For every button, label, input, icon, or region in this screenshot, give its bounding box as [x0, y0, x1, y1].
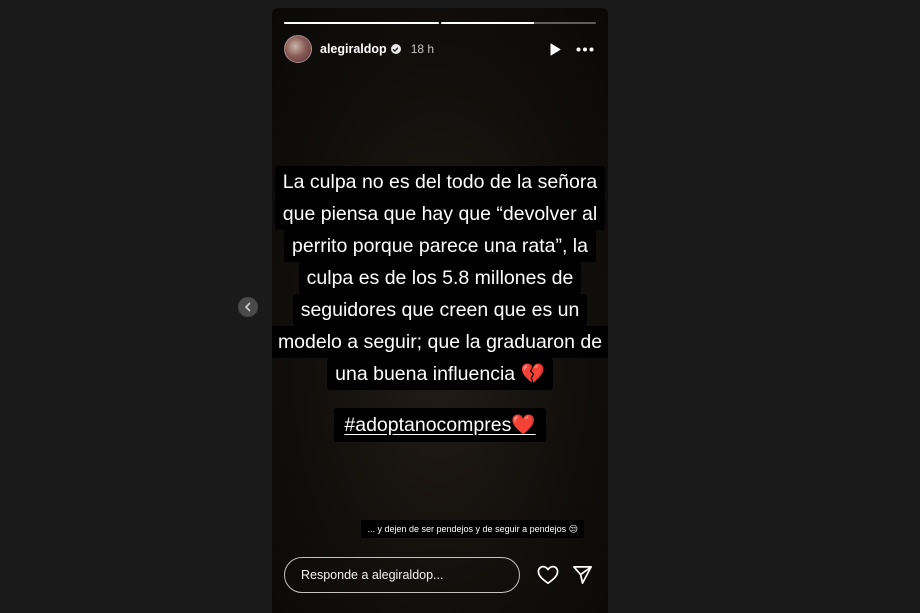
more-options-icon: [576, 47, 594, 51]
story-text-line: que piensa que hay que “devolver al: [274, 198, 606, 230]
play-icon: [550, 43, 561, 55]
post-time: 18 h: [410, 42, 435, 56]
reply-bar: [284, 557, 596, 593]
send-icon: [572, 566, 592, 584]
verified-badge-icon: [390, 44, 401, 54]
play-button[interactable]: [544, 38, 566, 60]
username[interactable]: alegiraldop: [320, 42, 387, 56]
story-text-line: La culpa no es del todo de la señora: [274, 166, 606, 198]
avatar[interactable]: [284, 35, 312, 63]
story-progress-bar: [284, 22, 596, 24]
previous-story-button[interactable]: [238, 297, 258, 317]
progress-fill: [441, 22, 534, 24]
story-text-overlay: La culpa no es del todo de la señora que…: [272, 166, 608, 442]
progress-segment: [284, 22, 439, 24]
story-card: alegiraldop 18 h La culpa no es del todo…: [272, 8, 608, 613]
story-caption-note: ... y dejen de ser pendejos y de seguir …: [361, 520, 584, 538]
story-text-line: modelo a seguir; que la graduaron de: [272, 326, 608, 358]
story-text-line: seguidores que creen que es un: [292, 294, 588, 326]
story-header: alegiraldop 18 h: [284, 35, 596, 63]
reply-input[interactable]: [284, 557, 520, 593]
progress-fill: [284, 22, 439, 24]
chevron-left-icon: [245, 302, 251, 312]
more-options-button[interactable]: [574, 38, 596, 60]
share-button[interactable]: [568, 561, 596, 589]
like-button[interactable]: [534, 561, 562, 589]
story-text-line: una buena influencia 💔: [327, 358, 553, 390]
story-text-line: perrito porque parece una rata”, la: [284, 230, 596, 262]
story-text-line: culpa es de los 5.8 millones de: [298, 262, 582, 294]
heart-icon: [537, 565, 559, 585]
hashtag-link[interactable]: #adoptanocompres❤️: [334, 408, 546, 442]
progress-segment: [441, 22, 596, 24]
story-viewer: alegiraldop 18 h La culpa no es del todo…: [0, 0, 920, 613]
